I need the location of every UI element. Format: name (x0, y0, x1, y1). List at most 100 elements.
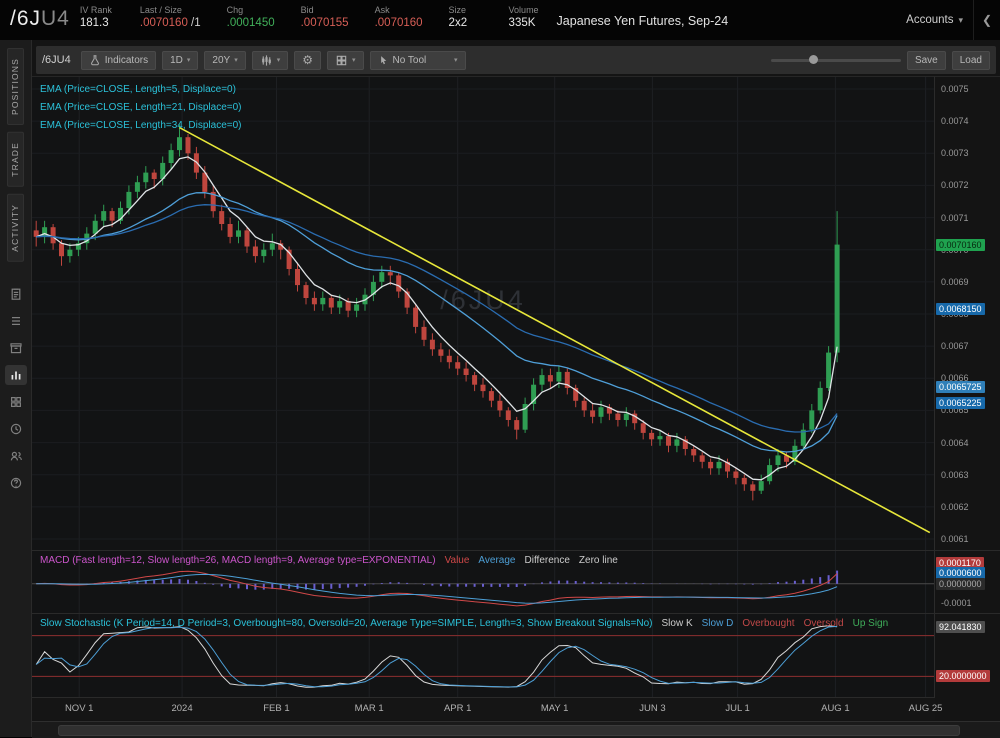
timeframe-dropdown[interactable]: 1D▾ (162, 51, 198, 70)
ema-tag-34: 0.0065225 (936, 397, 985, 409)
sidebar-tab-positions[interactable]: POSITIONS (7, 48, 24, 125)
last-price-tag: 0.0070160 (936, 239, 985, 251)
time-tick: NOV 1 (65, 703, 94, 714)
trading-app-window: /6JU4 IV Rank181.3 Last / Size.0070160 /1… (0, 0, 1000, 737)
ema-label-5: EMA (Price=CLOSE, Length=5, Displace=0) (40, 81, 236, 99)
tool-dropdown[interactable]: No Tool ▾ (370, 51, 466, 70)
quote-field-value: 2x2 (449, 16, 483, 31)
ema-tag-5: 0.0068150 (936, 303, 985, 315)
macd-legend-item: Average (478, 555, 515, 566)
macd-panel[interactable]: MACD (Fast length=12, Slow length=26, MA… (32, 550, 935, 613)
users-icon[interactable] (5, 446, 27, 466)
quote-field-bid: Bid.0070155 (301, 4, 349, 40)
quote-field-last-size: Last / Size.0070160 /1 (140, 4, 201, 40)
quote-field-volume: Volume335K (509, 4, 543, 40)
slider-handle[interactable] (809, 55, 818, 64)
stochastic-tag-0: 92.041830 (936, 621, 985, 633)
quote-field-ask: Ask.0070160 (375, 4, 423, 40)
axis-tick: 0.0074 (941, 115, 969, 127)
slow-k-line (36, 626, 837, 688)
price-chart-panel[interactable]: /6JU4EMA (Price=CLOSE, Length=5, Displac… (32, 76, 935, 550)
toolbar-symbol: /6JU4 (42, 54, 71, 66)
time-tick: 2024 (171, 703, 192, 714)
chart-type-dropdown[interactable]: ▾ (252, 51, 289, 70)
chart-region: /6JU4 Indicators 1D▾ 20Y▾ ▾ ⚙ ▾ No Tool … (32, 40, 1000, 737)
left-sidebar: POSITIONS TRADE ACTIVITY (0, 40, 32, 737)
sidebar-tab-trade[interactable]: TRADE (7, 132, 24, 187)
axis-tick: 0.0075 (941, 83, 969, 95)
scrollbar-handle[interactable] (58, 725, 960, 736)
quote-field-label: Size (449, 4, 483, 16)
gear-icon: ⚙ (302, 54, 313, 66)
chart-icon[interactable] (5, 365, 27, 385)
list-icon[interactable] (5, 311, 27, 331)
cursor-icon (378, 54, 389, 66)
layout-dropdown[interactable]: ▾ (327, 51, 364, 70)
symbol-contract: U4 (41, 7, 70, 30)
quote-field-value: 181.3 (80, 16, 114, 31)
settings-button[interactable]: ⚙ (294, 51, 321, 70)
stochastic-legend-item: Slow K (662, 618, 693, 629)
chart-scrollbar[interactable] (32, 721, 1000, 738)
help-icon[interactable] (5, 473, 27, 493)
grid-icon[interactable] (5, 392, 27, 412)
ema-label-34: EMA (Price=CLOSE, Length=34, Displace=0) (40, 117, 242, 135)
slider-track (771, 59, 901, 62)
sidebar-icons (0, 284, 31, 493)
archive-icon[interactable] (5, 338, 27, 358)
collapse-panel-button[interactable]: ❮ (973, 0, 1000, 40)
macd-axis: 0.00011700.00006000.0000000-0.0001 (935, 550, 1000, 613)
stochastic-legend-item: Up Sign (853, 618, 889, 629)
quote-field-label: IV Rank (80, 4, 114, 16)
price-axis: 0.00750.00740.00730.00720.00710.00700.00… (935, 76, 1000, 550)
quote-field-value: .0001450 (227, 16, 275, 31)
price-chart-svg: /6JU4 (32, 77, 934, 550)
quote-field-label: Chg (227, 4, 275, 16)
time-axis: NOV 12024FEB 1MAR 1APR 1MAY 1JUN 3JUL 1A… (32, 697, 935, 720)
ema-line-5 (36, 157, 837, 480)
stochastic-legend-item: Slow D (702, 618, 734, 629)
macd-legend-item: Zero line (579, 555, 618, 566)
zoom-slider[interactable] (771, 53, 901, 67)
stochastic-label: Slow Stochastic (K Period=14, D Period=3… (40, 615, 888, 633)
macd-legend-item: Value (445, 555, 470, 566)
sidebar-tabs: POSITIONS TRADE ACTIVITY (0, 40, 31, 262)
axis-tick: 0.0069 (941, 276, 969, 288)
axis-tick: 0.0062 (941, 501, 969, 513)
axis-tick: 0.0067 (941, 340, 969, 352)
stochastic-axis: 92.04183020.0000000 (935, 613, 1000, 698)
axis-tick: 0.0063 (941, 469, 969, 481)
clock-icon[interactable] (5, 419, 27, 439)
indicators-button[interactable]: Indicators (81, 51, 156, 70)
time-tick: JUL 1 (725, 703, 749, 714)
stochastic-legend-item: Overbought (742, 618, 794, 629)
instrument-name: Japanese Yen Futures, Sep-24 (557, 14, 729, 40)
clipboard-icon[interactable] (5, 284, 27, 304)
chevron-down-icon: ▾ (958, 15, 963, 26)
sidebar-tab-activity[interactable]: ACTIVITY (7, 194, 24, 262)
macd-average-line (36, 574, 837, 603)
quote-field-iv-rank: IV Rank181.3 (80, 4, 114, 40)
range-dropdown[interactable]: 20Y▾ (204, 51, 245, 70)
header-bar: /6JU4 IV Rank181.3 Last / Size.0070160 /1… (0, 0, 1000, 40)
time-tick: FEB 1 (263, 703, 289, 714)
quote-field-label: Volume (509, 4, 543, 16)
chevron-down-icon: ▾ (454, 56, 458, 64)
time-tick: AUG 25 (909, 703, 943, 714)
quote-field-value: .0070155 (301, 16, 349, 31)
stochastic-legend-item: Oversold (804, 618, 844, 629)
time-tick: APR 1 (444, 703, 471, 714)
save-button[interactable]: Save (907, 51, 946, 70)
instrument-symbol: /6JU4 (0, 0, 80, 40)
timeframe-value: 1D (170, 55, 183, 66)
axis-tick: -0.0001 (941, 597, 972, 609)
load-button[interactable]: Load (952, 51, 990, 70)
quote-field-label: Last / Size (140, 4, 201, 16)
quote-field-value: 335K (509, 16, 543, 31)
axis-tick: 0.0061 (941, 533, 969, 545)
accounts-dropdown[interactable]: Accounts ▾ (896, 0, 973, 40)
quote-field-label: Bid (301, 4, 349, 16)
macd-legend-item: Difference (525, 555, 570, 566)
stochastic-panel[interactable]: Slow Stochastic (K Period=14, D Period=3… (32, 613, 935, 698)
indicators-label: Indicators (105, 55, 148, 66)
